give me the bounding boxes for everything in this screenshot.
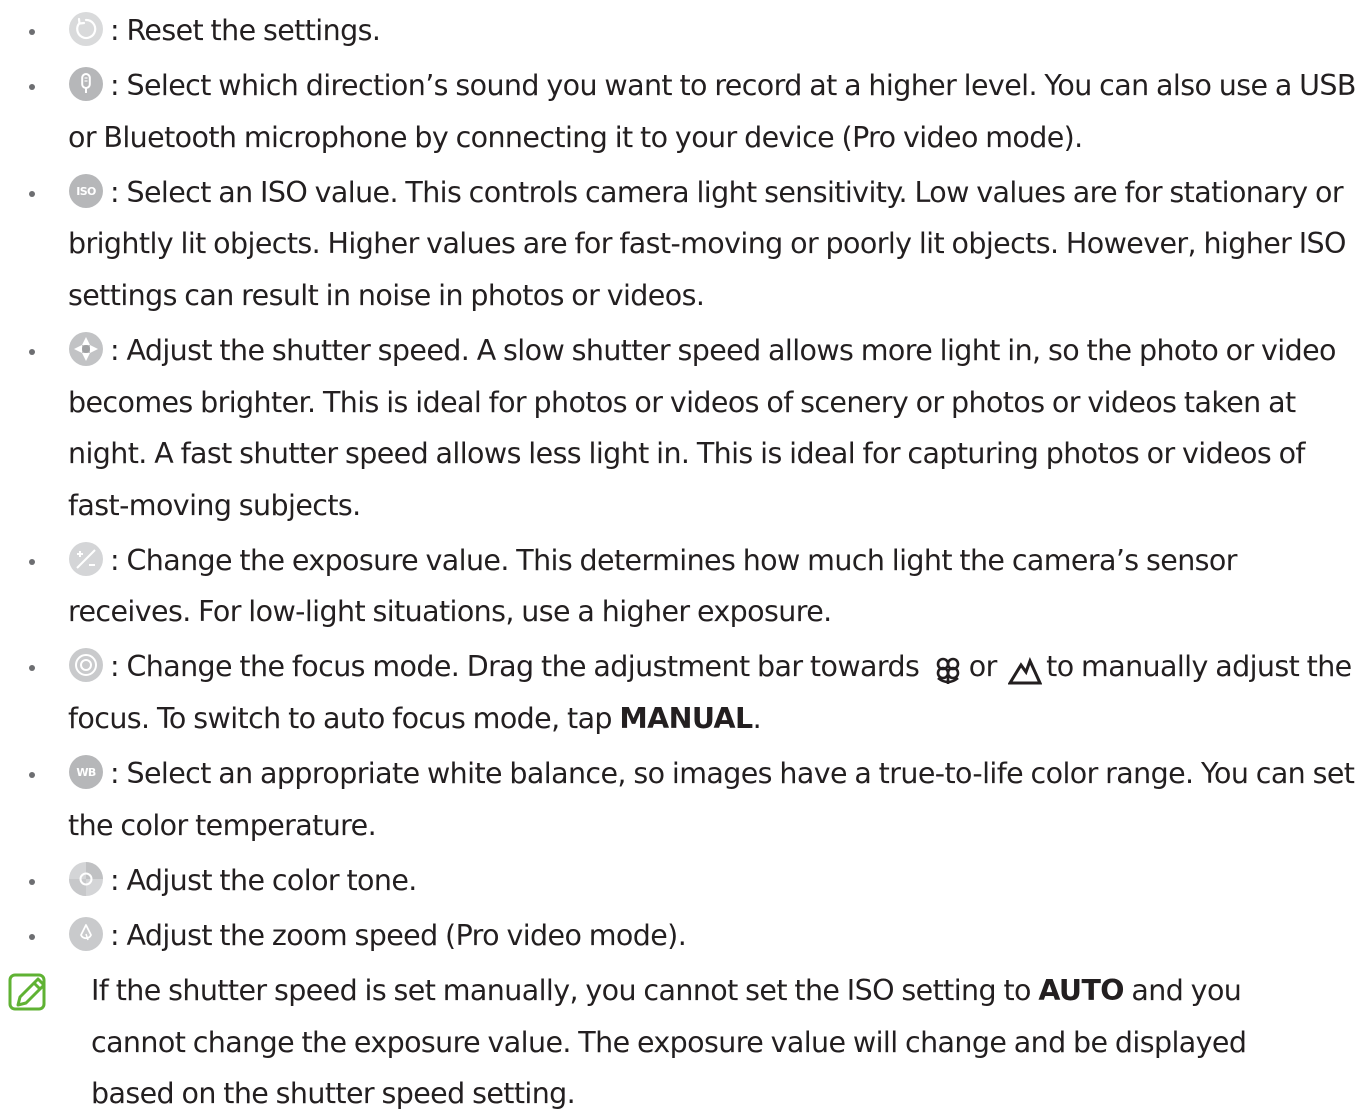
item-text: : Select which direction’s sound you wan… bbox=[68, 69, 1356, 154]
item-text: : Adjust the shutter speed. A slow shutt… bbox=[68, 334, 1336, 522]
focus-icon bbox=[68, 647, 104, 683]
note-block: If the shutter speed is set manually, yo… bbox=[0, 965, 1372, 1120]
list-item-white-balance: WB : Select an appropriate white balance… bbox=[0, 748, 1372, 851]
item-text: : Adjust the zoom speed (Pro video mode)… bbox=[110, 919, 687, 952]
item-text: . bbox=[752, 701, 762, 735]
note-text: If the shutter speed is set manually, yo… bbox=[91, 974, 1031, 1008]
bullet-dot bbox=[29, 665, 35, 672]
microphone-icon bbox=[68, 66, 104, 102]
list-item-color-tone: : Adjust the color tone. bbox=[0, 855, 1372, 907]
bullet-dot bbox=[29, 84, 35, 91]
list-item-exposure: : Change the exposure value. This determ… bbox=[0, 535, 1372, 638]
bullet-dot bbox=[29, 878, 35, 885]
bullet-dot bbox=[29, 29, 35, 35]
color-tone-icon bbox=[68, 861, 104, 897]
list-item-zoom-speed: : Adjust the zoom speed (Pro video mode)… bbox=[0, 910, 1372, 962]
list-item-iso: ISO : Select an ISO value. This controls… bbox=[0, 167, 1372, 322]
item-text: : Select an ISO value. This controls cam… bbox=[68, 175, 1346, 312]
list-item-shutter-speed: : Adjust the shutter speed. A slow shutt… bbox=[0, 325, 1372, 531]
bullet-dot bbox=[29, 772, 35, 779]
zoom-speed-icon bbox=[68, 916, 104, 952]
item-text: or bbox=[968, 650, 998, 684]
mountain-icon bbox=[1007, 650, 1043, 685]
list-item-microphone: : Select which direction’s sound you wan… bbox=[0, 60, 1372, 163]
item-text: : Select an appropriate white balance, s… bbox=[68, 757, 1355, 842]
item-text: : Reset the settings. bbox=[110, 14, 381, 47]
bullet-dot bbox=[29, 558, 35, 565]
iso-icon: ISO bbox=[68, 173, 104, 209]
bullet-dot bbox=[29, 349, 35, 356]
auto-label: AUTO bbox=[1038, 974, 1124, 1008]
reset-icon bbox=[68, 11, 104, 47]
svg-text:WB: WB bbox=[76, 766, 96, 779]
white-balance-icon: WB bbox=[68, 754, 104, 790]
item-text: : Change the focus mode. Drag the adjust… bbox=[110, 650, 920, 684]
shutter-speed-icon bbox=[68, 331, 104, 367]
note-pencil-icon bbox=[8, 971, 50, 1013]
item-text: : Adjust the color tone. bbox=[110, 863, 417, 897]
bullet-dot bbox=[29, 190, 35, 197]
manual-label: MANUAL bbox=[619, 701, 753, 735]
list-item-focus: : Change the focus mode. Drag the adjust… bbox=[0, 641, 1372, 744]
macro-flower-icon bbox=[931, 650, 965, 685]
svg-text:ISO: ISO bbox=[76, 185, 96, 198]
camera-settings-list: : Reset the settings. : Select which dir… bbox=[0, 5, 1372, 962]
list-item-reset: : Reset the settings. bbox=[0, 5, 1372, 57]
bullet-dot bbox=[29, 934, 35, 940]
item-text: : Change the exposure value. This determ… bbox=[68, 543, 1237, 629]
manual-page: : Reset the settings. : Select which dir… bbox=[0, 0, 1372, 1110]
exposure-icon bbox=[68, 541, 104, 577]
